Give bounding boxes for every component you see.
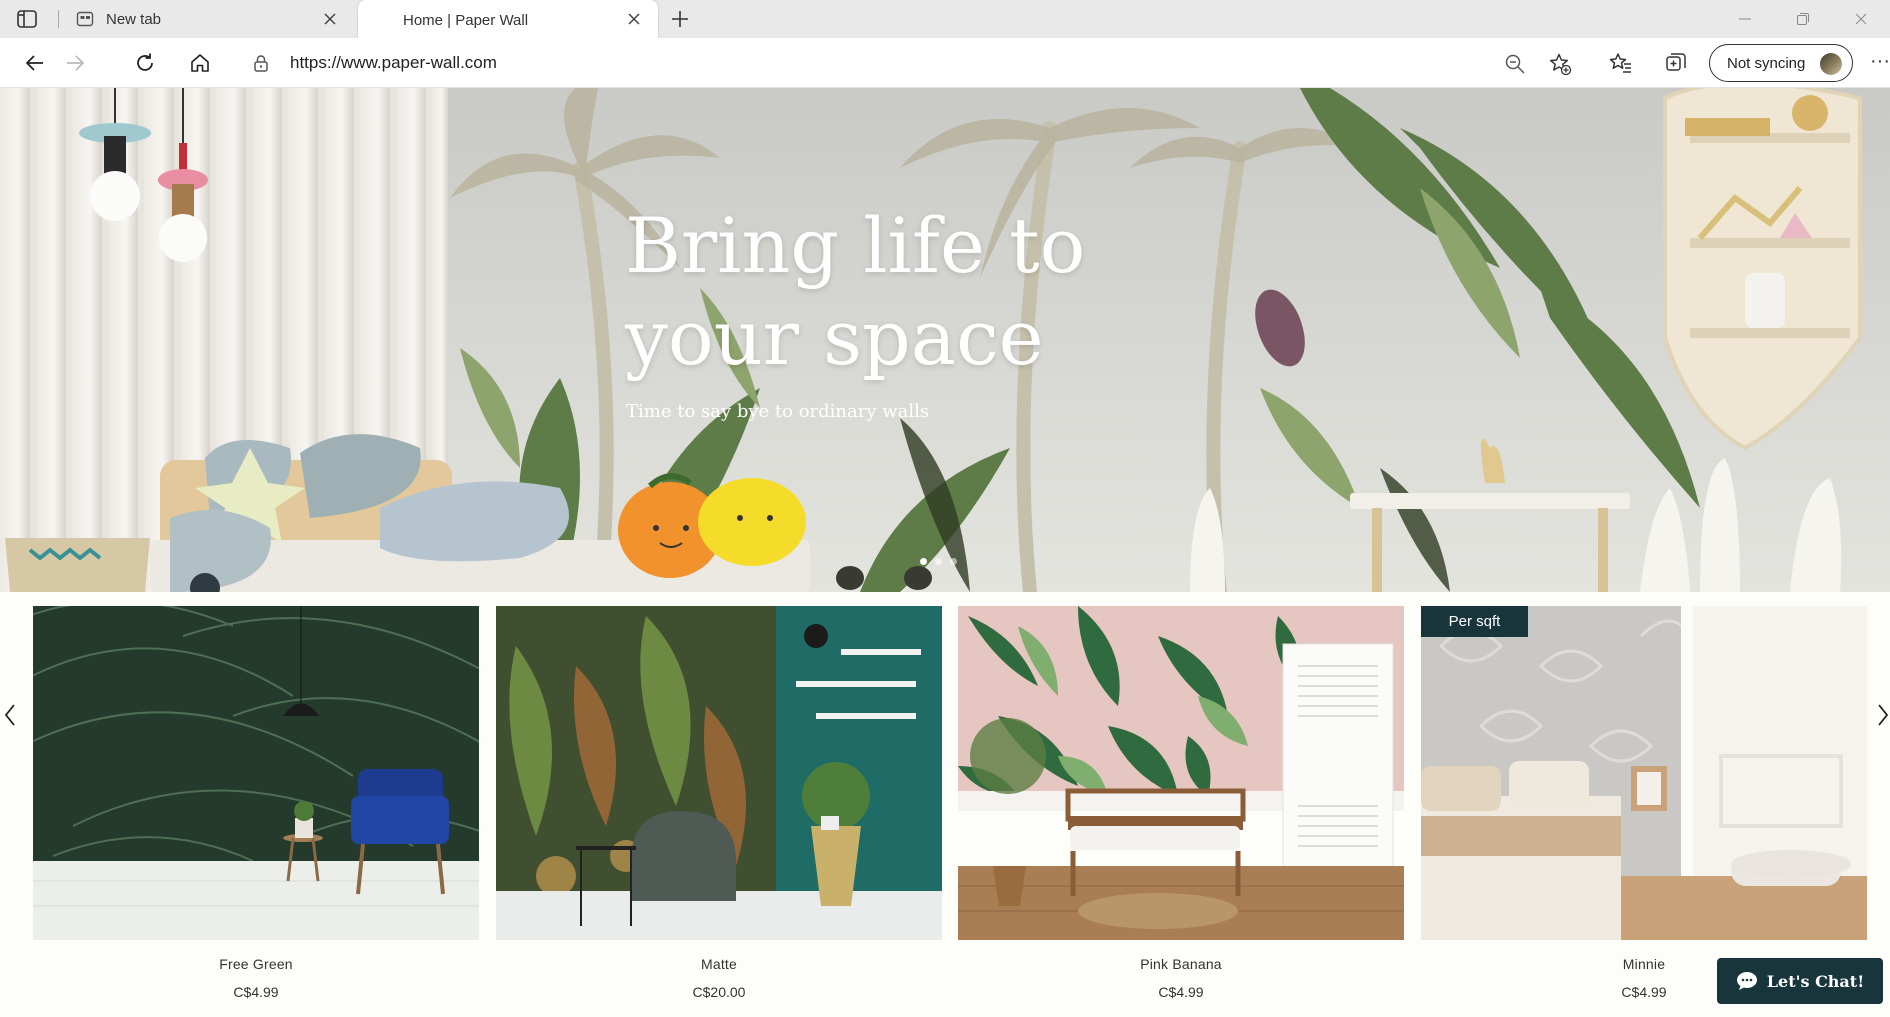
per-sqft-badge: Per sqft: [1421, 606, 1528, 637]
zoom-out-icon[interactable]: [1503, 52, 1527, 76]
product-card[interactable]: Per sqft Minnie C$4.99: [1421, 606, 1867, 1000]
favorites-list-icon: [1609, 53, 1631, 73]
product-price: C$4.99: [233, 984, 279, 1000]
new-tab-favicon-icon: [76, 11, 94, 27]
browser-toolbar: https://www.paper-wall.com Not syncing ·…: [0, 38, 1890, 88]
favorites-button[interactable]: [1608, 50, 1634, 76]
restore-icon: [1797, 13, 1809, 25]
product-carousel: Free Green C$4.99 Matte C$20.00 Pink Ban…: [0, 592, 1890, 1017]
star-add-icon[interactable]: [1548, 52, 1572, 76]
minimize-icon: [1739, 18, 1751, 20]
forward-button[interactable]: [62, 50, 88, 76]
slide-dot[interactable]: [950, 558, 957, 565]
hero-subtitle: Time to say bye to ordinary walls: [626, 401, 930, 422]
lock-icon[interactable]: [252, 54, 270, 72]
sync-label: Not syncing: [1727, 54, 1806, 72]
tab-paper-wall[interactable]: Home | Paper Wall: [358, 0, 658, 40]
chevron-left-icon: [4, 704, 15, 726]
arrow-right-icon: [67, 55, 84, 71]
product-image[interactable]: [33, 606, 479, 940]
chat-bubble-icon: [1736, 972, 1757, 990]
refresh-button[interactable]: [132, 50, 158, 76]
product-name[interactable]: Pink Banana: [958, 956, 1404, 972]
collections-button[interactable]: [1663, 50, 1689, 76]
home-icon: [191, 54, 209, 72]
url-text[interactable]: https://www.paper-wall.com: [290, 53, 497, 73]
plus-icon: [672, 11, 688, 27]
product-price: C$20.00: [692, 984, 746, 1000]
close-icon: [1855, 13, 1867, 25]
chevron-right-icon: [1878, 704, 1889, 726]
live-chat-button[interactable]: Let's Chat!: [1717, 958, 1883, 1004]
collections-icon: [1666, 53, 1686, 71]
address-bar[interactable]: https://www.paper-wall.com: [238, 44, 1586, 82]
product-image[interactable]: [958, 606, 1404, 940]
browser-tab-bar: New tab Home | Paper Wall: [0, 0, 1890, 40]
product-name[interactable]: Free Green: [33, 956, 479, 972]
tab-actions-icon[interactable]: [16, 8, 38, 30]
close-tab-icon[interactable]: [322, 11, 338, 27]
more-options-button[interactable]: ···: [1870, 50, 1890, 76]
product-name[interactable]: Matte: [496, 956, 942, 972]
back-button[interactable]: [22, 50, 48, 76]
tab-title: Home | Paper Wall: [403, 11, 529, 29]
refresh-icon: [137, 53, 153, 71]
restore-button[interactable]: [1774, 0, 1832, 38]
product-card[interactable]: Pink Banana C$4.99: [958, 606, 1404, 1000]
product-image[interactable]: [496, 606, 942, 940]
tab-new-tab[interactable]: New tab: [66, 0, 354, 38]
product-price: C$4.99: [1158, 984, 1204, 1000]
home-button[interactable]: [187, 50, 213, 76]
hero-banner: Bring life to your space Time to say bye…: [0, 88, 1890, 592]
product-card[interactable]: Free Green C$4.99: [33, 606, 479, 1000]
avatar: [1820, 53, 1842, 75]
product-card[interactable]: Matte C$20.00: [496, 606, 942, 1000]
close-window-button[interactable]: [1832, 0, 1890, 38]
window-controls: [1716, 0, 1890, 38]
minimize-button[interactable]: [1716, 0, 1774, 38]
tab-divider: [58, 10, 59, 28]
carousel-next-button[interactable]: [1876, 700, 1890, 730]
slide-dot[interactable]: [920, 558, 927, 565]
arrow-left-icon: [26, 55, 43, 71]
slide-indicators: [920, 558, 957, 565]
slide-dot[interactable]: [935, 558, 942, 565]
carousel-prev-button[interactable]: [0, 700, 20, 730]
product-image[interactable]: Per sqft: [1421, 606, 1867, 940]
profile-sync-button[interactable]: Not syncing: [1709, 44, 1853, 82]
hero-title: Bring life to your space: [625, 201, 1086, 382]
close-tab-icon[interactable]: [626, 11, 642, 27]
tab-title: New tab: [106, 10, 162, 28]
chat-label: Let's Chat!: [1766, 971, 1865, 991]
new-tab-button[interactable]: [669, 8, 691, 30]
